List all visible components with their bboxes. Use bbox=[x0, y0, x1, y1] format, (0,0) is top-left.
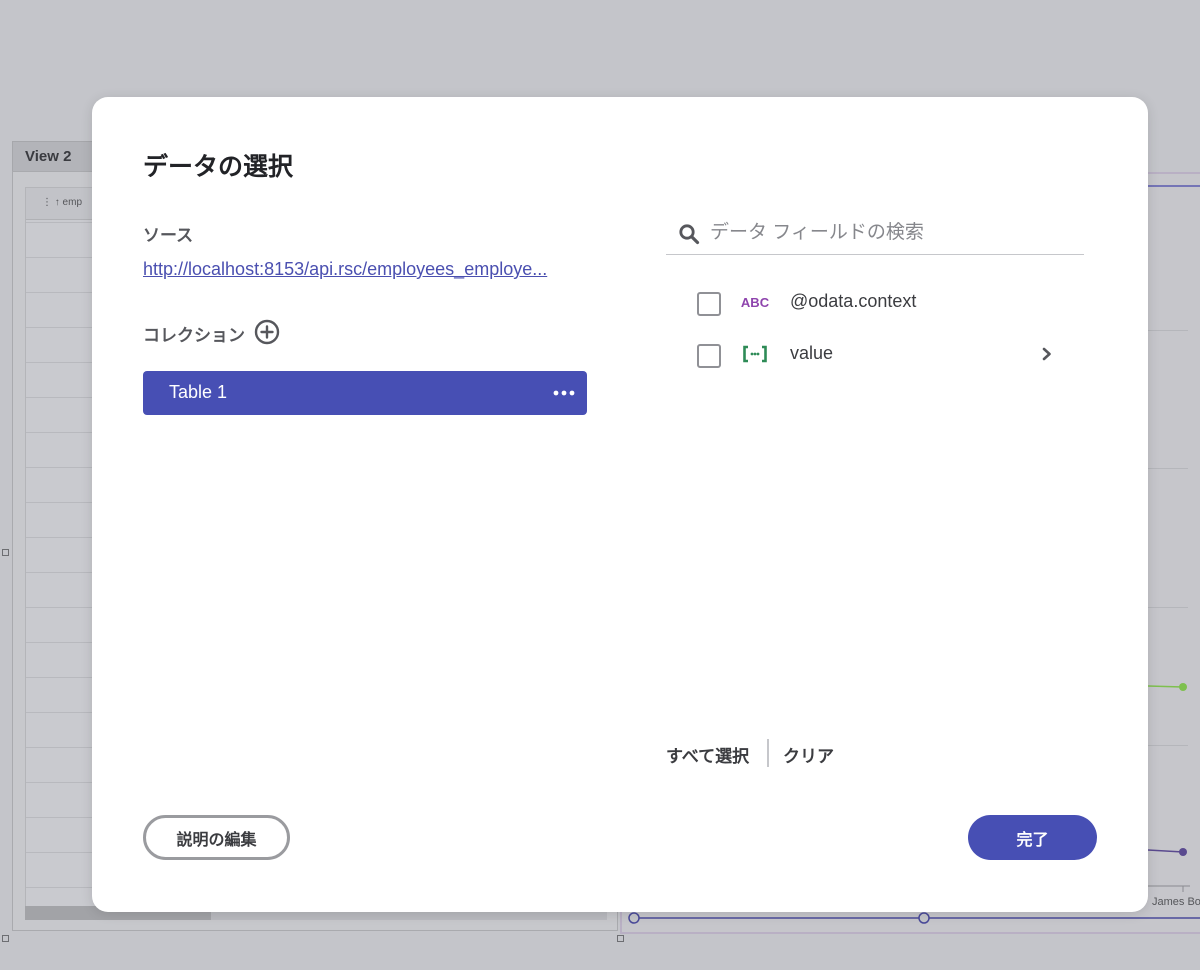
done-button[interactable]: 完了 bbox=[968, 815, 1097, 860]
source-label: ソース bbox=[143, 226, 194, 245]
resize-handle bbox=[2, 935, 9, 942]
field-search bbox=[666, 214, 1084, 255]
abc-text-type-icon: ABC bbox=[741, 295, 769, 310]
field-name: @odata.context bbox=[790, 291, 917, 311]
search-input[interactable] bbox=[710, 218, 1070, 248]
background-chart-axis-label: James Bo bbox=[1152, 896, 1200, 908]
clear-link[interactable]: クリア bbox=[783, 742, 834, 767]
source-url-link[interactable]: http://localhost:8153/api.rsc/employees_… bbox=[143, 259, 581, 280]
chevron-right-icon[interactable] bbox=[1039, 346, 1055, 362]
collection-label: コレクション bbox=[143, 326, 245, 345]
svg-text:ABC: ABC bbox=[741, 295, 769, 310]
edit-description-button[interactable]: 説明の編集 bbox=[143, 815, 290, 860]
field-row-value: value bbox=[697, 342, 1057, 372]
field-name: value bbox=[790, 343, 834, 363]
collection-item-label: Table 1 bbox=[169, 382, 228, 402]
resize-handle bbox=[2, 549, 9, 556]
link-divider bbox=[767, 739, 769, 767]
select-data-dialog: データの選択 ソース http://localhost:8153/api.rsc… bbox=[92, 97, 1148, 912]
array-type-icon bbox=[743, 345, 767, 363]
field-checkbox[interactable] bbox=[697, 292, 721, 316]
search-icon bbox=[679, 224, 700, 245]
more-options-icon[interactable] bbox=[551, 381, 577, 405]
field-checkbox[interactable] bbox=[697, 344, 721, 368]
select-all-link[interactable]: すべて選択 bbox=[666, 742, 749, 767]
add-collection-icon[interactable] bbox=[254, 319, 280, 345]
resize-handle bbox=[617, 935, 624, 942]
field-row-odata-context: ABC @odata.context bbox=[697, 290, 1057, 320]
collection-item-table-1[interactable]: Table 1 bbox=[143, 371, 587, 415]
dialog-title: データの選択 bbox=[143, 153, 294, 181]
